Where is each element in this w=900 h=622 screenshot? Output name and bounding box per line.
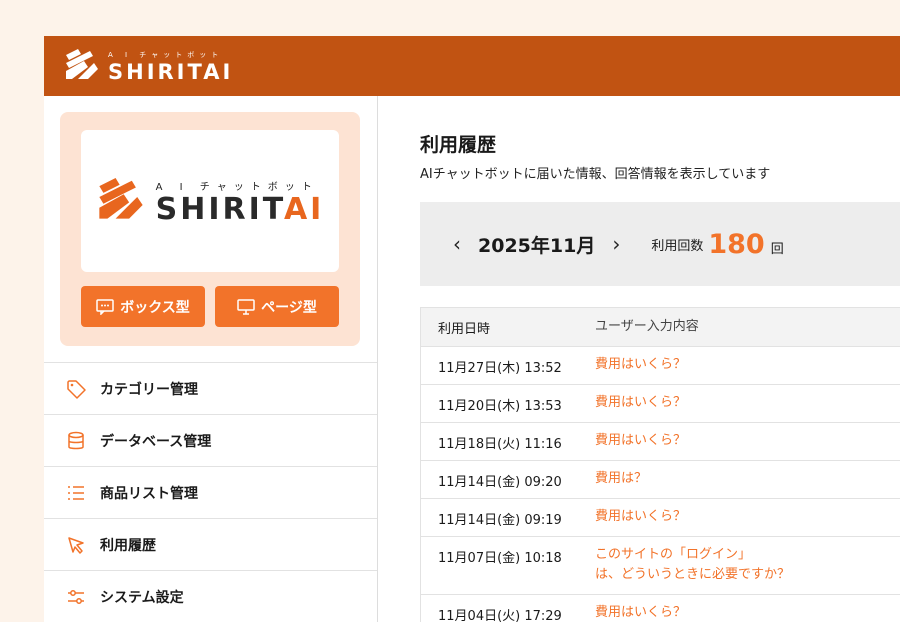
- row-date: 11月14日(金) 09:19: [438, 513, 562, 528]
- usage-count-label: 利用回数: [651, 238, 704, 254]
- row-date: 11月04日(火) 17:29: [438, 609, 562, 622]
- row-date: 11月14日(金) 09:20: [438, 475, 562, 490]
- page-description: AIチャットボットに届いた情報、回答情報を表示しています: [420, 167, 771, 182]
- main-content: 利用履歴 AIチャットボットに届いた情報、回答情報を表示しています ‹ 2025…: [378, 96, 900, 622]
- chevron-left-icon[interactable]: ‹: [448, 234, 466, 254]
- sidebar-item-label: 利用履歴: [100, 537, 156, 554]
- table-row[interactable]: 11月20日(木) 13:53 費用はいくら？: [421, 384, 900, 422]
- current-month: 2025年11月: [478, 234, 596, 257]
- table-row[interactable]: 11月18日(火) 11:16 費用はいくら？: [421, 422, 900, 460]
- table-row[interactable]: 11月14日(金) 09:19 費用はいくら？: [421, 498, 900, 536]
- row-date: 11月18日(火) 11:16: [438, 437, 562, 452]
- sidebar-nav: カテゴリー管理 データベース管理 商品リスト管理 利用履歴 システム設定: [44, 362, 377, 622]
- tag-icon: [66, 379, 86, 399]
- sliders-icon: [66, 587, 86, 607]
- sidebar-item-database[interactable]: データベース管理: [44, 414, 377, 466]
- row-input-link[interactable]: 費用はいくら？: [595, 603, 900, 622]
- table-row[interactable]: 11月14日(金) 09:20 費用は？: [421, 460, 900, 498]
- column-header-date: 利用日時: [438, 321, 491, 337]
- row-input-link[interactable]: 費用はいくら？: [595, 431, 900, 451]
- box-type-button-label: ボックス型: [120, 299, 190, 316]
- row-input-link[interactable]: 費用はいくら？: [595, 507, 900, 527]
- app-window: A I チャットボット SHIRITAI A I チャットボット SHIRITA: [44, 36, 900, 622]
- sidebar-item-system-settings[interactable]: システム設定: [44, 570, 377, 622]
- logo-mark-icon: [99, 178, 143, 219]
- header-bar: A I チャットボット SHIRITAI: [44, 36, 900, 96]
- sidebar-item-label: 商品リスト管理: [100, 485, 198, 502]
- row-date: 11月07日(金) 10:18: [438, 551, 562, 566]
- sidebar-item-usage-history[interactable]: 利用履歴: [44, 518, 377, 570]
- table-row[interactable]: 11月07日(金) 10:18 このサイトの「ログイン」 は、どういうときに必要で…: [421, 536, 900, 594]
- row-date: 11月27日(木) 13:52: [438, 361, 562, 376]
- header-logo-wordmark: SHIRITAI: [108, 59, 234, 84]
- page-title: 利用履歴: [420, 134, 497, 156]
- logo-mark-icon: [66, 49, 98, 79]
- database-icon: [66, 431, 86, 451]
- usage-count-value: 180: [708, 228, 765, 260]
- chevron-right-icon[interactable]: ›: [607, 234, 625, 254]
- sidebar-item-label: データベース管理: [100, 433, 212, 450]
- usage-count-unit: 回: [770, 241, 784, 257]
- sidebar-item-label: カテゴリー管理: [100, 381, 198, 398]
- brand-card: A I チャットボット SHIRITAI ボックス型 ページ型: [60, 112, 360, 346]
- row-input-link[interactable]: このサイトの「ログイン」 は、どういうときに必要ですか？: [595, 545, 900, 585]
- header-logo-tagline: A I チャットボット: [108, 50, 224, 59]
- header-logo[interactable]: A I チャットボット SHIRITAI: [64, 49, 233, 83]
- brand-logo: A I チャットボット SHIRITAI: [96, 178, 325, 225]
- usage-history-table: 利用日時 ユーザー入力内容 11月27日(木) 13:52 費用はいくら？ 11…: [420, 307, 900, 622]
- monitor-icon: [237, 298, 255, 315]
- list-icon: [66, 483, 86, 503]
- brand-logo-tagline: A I チャットボット: [155, 181, 319, 193]
- table-header: 利用日時 ユーザー入力内容: [421, 308, 900, 346]
- page-type-button[interactable]: ページ型: [215, 286, 339, 327]
- table-row[interactable]: 11月27日(木) 13:52 費用はいくら？: [421, 346, 900, 384]
- brand-logo-panel: A I チャットボット SHIRITAI: [81, 130, 339, 272]
- sidebar: A I チャットボット SHIRITAI ボックス型 ページ型 カテゴリー管理 …: [44, 96, 378, 622]
- row-input-link[interactable]: 費用はいくら？: [595, 355, 900, 375]
- row-input-link[interactable]: 費用はいくら？: [595, 393, 900, 413]
- cursor-icon: [66, 535, 86, 555]
- row-date: 11月20日(木) 13:53: [438, 399, 562, 414]
- table-row[interactable]: 11月04日(火) 17:29 費用はいくら？: [421, 594, 900, 622]
- month-selector: ‹ 2025年11月 › 利用回数 180 回: [420, 202, 900, 286]
- brand-logo-wordmark: SHIRITAI: [155, 191, 325, 227]
- sidebar-item-category[interactable]: カテゴリー管理: [44, 362, 377, 414]
- row-input-link[interactable]: 費用は？: [595, 469, 900, 489]
- sidebar-item-product-list[interactable]: 商品リスト管理: [44, 466, 377, 518]
- column-header-input: ユーザー入力内容: [595, 319, 699, 334]
- box-type-button[interactable]: ボックス型: [81, 286, 205, 327]
- page-type-button-label: ページ型: [261, 299, 317, 316]
- sidebar-item-label: システム設定: [100, 589, 184, 606]
- chat-box-icon: [96, 298, 114, 315]
